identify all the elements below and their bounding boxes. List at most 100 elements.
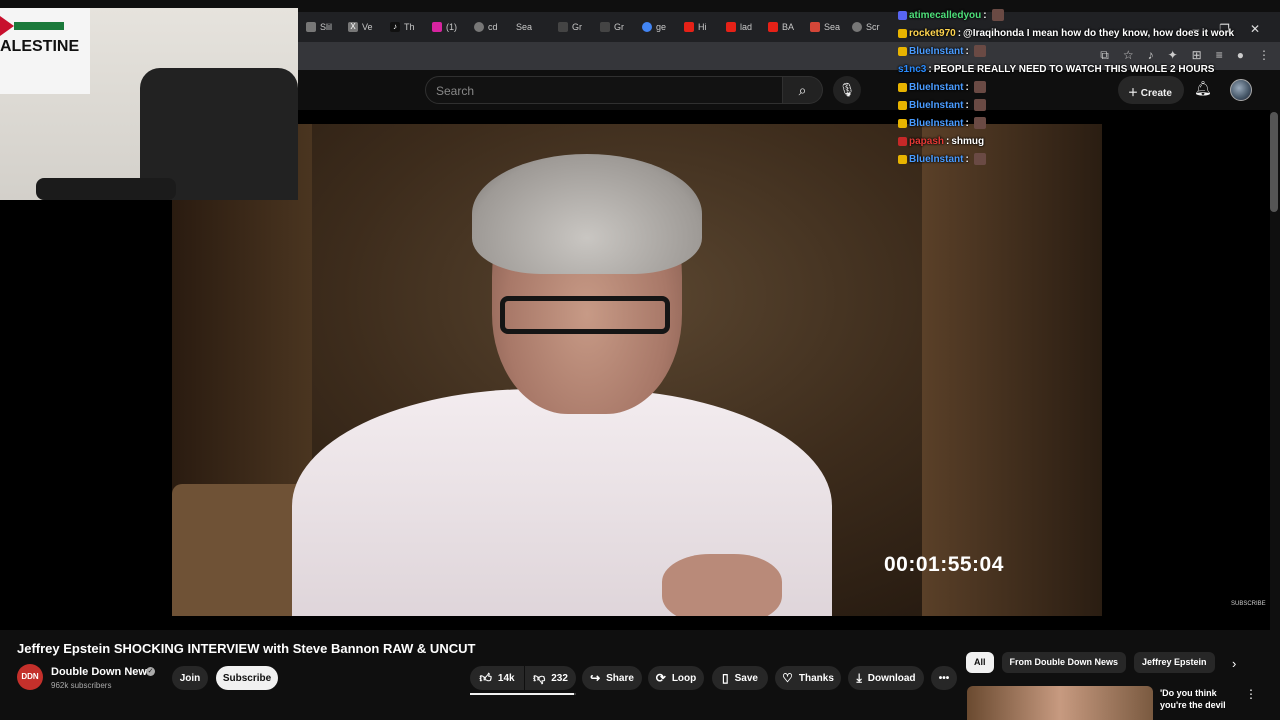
chat-separator: :: [965, 117, 969, 129]
chat-message: BlueInstant :: [898, 152, 986, 166]
tab-label: lad: [740, 22, 753, 32]
download-button[interactable]: ⤓ Download: [848, 666, 924, 690]
dislike-button[interactable]: 👎︎ 232: [525, 666, 576, 690]
browser-tab[interactable]: cd: [470, 15, 510, 39]
chat-username[interactable]: BlueInstant: [909, 82, 963, 93]
download-icon: ⤓: [856, 670, 862, 685]
recommended-video-thumbnail[interactable]: [967, 686, 1153, 720]
chat-badge-icon: [898, 118, 907, 128]
chat-message: BlueInstant :: [898, 80, 986, 94]
thanks-label: Thanks: [798, 672, 834, 684]
chat-badge-icon: [898, 82, 907, 92]
save-button[interactable]: ▯ Save: [712, 666, 768, 690]
chat-username[interactable]: BlueInstant: [909, 154, 963, 165]
video-background-right: [922, 124, 1102, 616]
browser-tab[interactable]: BA: [764, 15, 804, 39]
tab-label: ge: [656, 22, 667, 32]
loop-button[interactable]: ⟳ Loop: [648, 666, 704, 690]
tab-favicon-icon: [306, 22, 316, 32]
chat-text: PEOPLE REALLY NEED TO WATCH THIS WHOLE 2…: [933, 63, 1215, 75]
chat-username[interactable]: rocket970: [909, 28, 956, 39]
chat-message: atimecalledyou :: [898, 8, 1004, 22]
like-count: 14k: [497, 672, 515, 684]
instagram-icon: [432, 22, 442, 32]
channel-name[interactable]: Double Down News: [51, 666, 153, 678]
youtube-icon: [768, 22, 778, 32]
thanks-button[interactable]: ♡ Thanks: [775, 666, 841, 690]
tab-label: (1): [446, 22, 457, 32]
chat-message: BlueInstant :: [898, 98, 986, 112]
search-input[interactable]: Search: [425, 76, 783, 104]
tab-label: cd: [488, 22, 498, 32]
verified-check-icon: ✓: [146, 667, 155, 676]
channel-avatar[interactable]: DDN: [17, 664, 43, 690]
tab-label: Th: [404, 22, 415, 32]
chat-badge-icon: [898, 10, 907, 20]
chat-username[interactable]: papash: [909, 136, 944, 147]
like-button[interactable]: 👍︎ 14k: [470, 666, 524, 690]
browser-tab[interactable]: X Ve: [344, 15, 384, 39]
browser-tab[interactable]: Gr: [596, 15, 636, 39]
chat-separator: :: [946, 135, 950, 147]
chat-username[interactable]: BlueInstant: [909, 46, 963, 57]
chat-badge-icon: [898, 136, 907, 146]
bookmark-icon: ▯: [722, 671, 729, 685]
browser-tab[interactable]: Scr: [848, 15, 888, 39]
chip-topic[interactable]: Jeffrey Epstein: [1134, 652, 1215, 673]
microphone-icon: 🎙︎: [838, 82, 856, 97]
tab-label: Sea: [824, 22, 841, 32]
chat-emote-icon: [973, 117, 986, 129]
chip-all[interactable]: All: [966, 652, 994, 673]
chat-badge-icon: [898, 28, 907, 38]
chat-username[interactable]: BlueInstant: [909, 100, 963, 111]
chat-username[interactable]: s1nc3: [898, 64, 926, 75]
browser-tab[interactable]: Sea: [512, 15, 552, 39]
browser-tab[interactable]: ge: [638, 15, 678, 39]
video-timecode: 00:01:55:04: [884, 553, 1004, 576]
globe-icon: [852, 22, 862, 32]
browser-tab[interactable]: (1): [428, 15, 468, 39]
chip-from-channel[interactable]: From Double Down News: [1001, 652, 1127, 673]
recommended-more-icon[interactable]: ⋮: [1245, 687, 1257, 701]
google-icon: [642, 22, 652, 32]
tab-label: Scr: [866, 22, 880, 32]
video-person-hand: [662, 554, 782, 616]
search-button[interactable]: ⌕: [783, 76, 823, 104]
heart-dollar-icon: ♡: [782, 671, 793, 685]
loop-icon: ⟳: [655, 671, 666, 685]
webcam-chair-arm: [36, 178, 176, 200]
x-icon: X: [348, 22, 358, 32]
vf-icon: [558, 22, 568, 32]
dislike-count: 232: [551, 672, 568, 684]
more-actions-button[interactable]: •••: [931, 666, 957, 690]
globe-icon: [474, 22, 484, 32]
join-button[interactable]: Join: [172, 666, 208, 690]
chat-badge-icon: [898, 100, 907, 110]
browser-tab[interactable]: lad: [722, 15, 762, 39]
browser-tab[interactable]: Slil: [302, 15, 342, 39]
chat-emote-icon: [973, 81, 986, 93]
tab-label: Hi: [698, 22, 707, 32]
recommended-video-title[interactable]: 'Do you think you're the devil: [1160, 687, 1240, 711]
subscribe-watermark[interactable]: SUBSCRIBE: [1231, 601, 1266, 607]
chat-emote-icon: [973, 45, 986, 57]
download-label: Download: [867, 672, 916, 684]
browser-tab[interactable]: ♪ Th: [386, 15, 426, 39]
browser-tab[interactable]: Hi: [680, 15, 720, 39]
save-label: Save: [734, 672, 758, 684]
webcam-overlay: ALESTINE: [0, 8, 298, 200]
subscribe-button[interactable]: Subscribe: [216, 666, 278, 690]
browser-tab[interactable]: Sea: [806, 15, 846, 39]
share-arrow-icon: ↪: [590, 671, 601, 685]
chat-username[interactable]: atimecalledyou: [909, 10, 981, 21]
video-frame[interactable]: [172, 124, 1102, 616]
chat-username[interactable]: BlueInstant: [909, 118, 963, 129]
chevron-right-icon[interactable]: ›: [1232, 656, 1236, 671]
video-title: Jeffrey Epstein SHOCKING INTERVIEW with …: [17, 641, 476, 656]
tab-label: BA: [782, 22, 795, 32]
browser-tab[interactable]: Gr: [554, 15, 594, 39]
voice-search-button[interactable]: 🎙︎: [833, 76, 861, 104]
chat-message: papash : shmug: [898, 134, 984, 148]
share-button[interactable]: ↪ Share: [582, 666, 642, 690]
loop-label: Loop: [671, 672, 697, 684]
